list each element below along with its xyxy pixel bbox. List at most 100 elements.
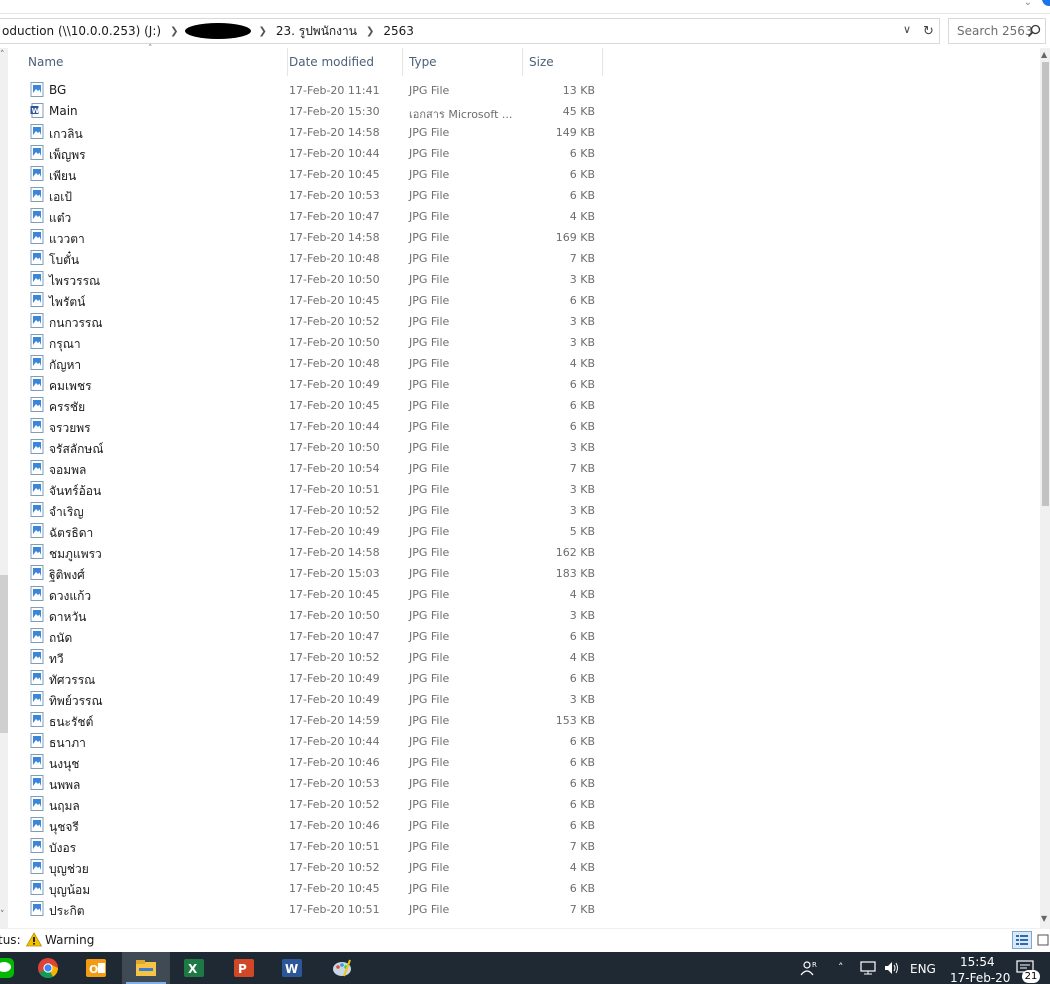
file-row[interactable]: ดาหวัน 17-Feb-20 10:50 JPG File 3 KB [8, 605, 1038, 626]
file-row[interactable]: เกวลิน 17-Feb-20 14:58 JPG File 149 KB [8, 122, 1038, 143]
people-icon[interactable]: R [800, 960, 818, 976]
file-row[interactable]: จรัสลักษณ์ 17-Feb-20 10:50 JPG File 3 KB [8, 437, 1038, 458]
file-row[interactable]: โบตั๋น 17-Feb-20 10:48 JPG File 7 KB [8, 248, 1038, 269]
file-size: 4 KB [569, 357, 595, 370]
column-header-date-modified[interactable]: Date modified [283, 48, 403, 76]
taskbar-powerpoint-app[interactable]: P [220, 952, 268, 984]
excel-icon: X [184, 959, 204, 977]
file-row[interactable]: แววตา 17-Feb-20 14:58 JPG File 169 KB [8, 227, 1038, 248]
file-row[interactable]: คมเพชร 17-Feb-20 10:49 JPG File 6 KB [8, 374, 1038, 395]
file-row[interactable]: ฉัตรธิดา 17-Feb-20 10:49 JPG File 5 KB [8, 521, 1038, 542]
file-row[interactable]: ทิพย์วรรณ 17-Feb-20 10:49 JPG File 3 KB [8, 689, 1038, 710]
file-row[interactable]: กัญหา 17-Feb-20 10:48 JPG File 4 KB [8, 353, 1038, 374]
taskbar-file-explorer-app[interactable] [122, 952, 170, 984]
file-list-scroll-up-icon[interactable]: ▲ [1041, 50, 1047, 59]
breadcrumb-separator-icon[interactable]: ❯ [253, 26, 271, 37]
file-row[interactable]: นฤมล 17-Feb-20 10:52 JPG File 6 KB [8, 794, 1038, 815]
file-row[interactable]: ธนะรัชต์ 17-Feb-20 14:59 JPG File 153 KB [8, 710, 1038, 731]
file-list-scrollbar-thumb[interactable] [1042, 62, 1049, 506]
file-row[interactable]: จันทร์อ้อน 17-Feb-20 10:51 JPG File 3 KB [8, 479, 1038, 500]
file-row[interactable]: เพียน 17-Feb-20 10:45 JPG File 6 KB [8, 164, 1038, 185]
breadcrumb-folder[interactable]: 23. รูปพนักงาน [272, 22, 361, 41]
file-row[interactable]: ทวี 17-Feb-20 10:52 JPG File 4 KB [8, 647, 1038, 668]
clock-date[interactable]: 17-Feb-20 [950, 971, 1010, 984]
file-row[interactable]: ฐิติพงศ์ 17-Feb-20 15:03 JPG File 183 KB [8, 563, 1038, 584]
file-date-modified: 17-Feb-20 10:49 [289, 672, 380, 685]
file-row[interactable]: ชมภูแพรว 17-Feb-20 14:58 JPG File 162 KB [8, 542, 1038, 563]
details-view-button[interactable] [1012, 931, 1032, 949]
powerpoint-icon: P [234, 959, 254, 977]
file-date-modified: 17-Feb-20 10:51 [289, 903, 380, 916]
large-icons-view-button[interactable] [1036, 931, 1050, 949]
svg-text:X: X [188, 962, 198, 976]
file-size: 149 KB [555, 126, 595, 139]
file-row[interactable]: W Main 17-Feb-20 15:30 เอกสาร Microsoft ...… [8, 101, 1038, 122]
file-row[interactable]: นุชจรี 17-Feb-20 10:46 JPG File 6 KB [8, 815, 1038, 836]
column-header-size[interactable]: Size [523, 48, 603, 76]
taskbar-excel-app[interactable]: X [170, 952, 218, 984]
file-row[interactable]: ไพรวรรณ 17-Feb-20 10:50 JPG File 3 KB [8, 269, 1038, 290]
show-hidden-icons-chevron-up-icon[interactable]: ˄ [838, 961, 844, 974]
file-row[interactable]: บังอร 17-Feb-20 10:51 JPG File 7 KB [8, 836, 1038, 857]
file-row[interactable]: ถนัด 17-Feb-20 10:47 JPG File 6 KB [8, 626, 1038, 647]
file-row[interactable]: ดวงแก้ว 17-Feb-20 10:45 JPG File 4 KB [8, 584, 1038, 605]
file-row[interactable]: เอเป้ 17-Feb-20 10:53 JPG File 6 KB [8, 185, 1038, 206]
network-icon[interactable] [860, 961, 876, 975]
file-name: ทัศวรรณ [49, 673, 96, 687]
file-name: ฉัตรธิดา [49, 526, 94, 540]
file-row[interactable]: BG 17-Feb-20 11:41 JPG File 13 KB [8, 80, 1038, 101]
file-row[interactable]: บุญช่วย 17-Feb-20 10:52 JPG File 4 KB [8, 857, 1038, 878]
breadcrumb-separator-icon[interactable]: ❯ [361, 26, 379, 37]
file-list-scroll-down-icon[interactable]: ▼ [1041, 914, 1047, 923]
breadcrumb-current[interactable]: 2563 [379, 24, 418, 38]
image-file-icon [30, 229, 44, 244]
file-row[interactable]: นงนุช 17-Feb-20 10:46 JPG File 6 KB [8, 752, 1038, 773]
file-name: ไพรวรรณ [49, 274, 101, 288]
file-row[interactable]: เพ็ญพร 17-Feb-20 10:44 JPG File 6 KB [8, 143, 1038, 164]
taskbar-paint-app[interactable] [318, 952, 366, 984]
file-row[interactable]: ครรชัย 17-Feb-20 10:45 JPG File 6 KB [8, 395, 1038, 416]
nav-pane-scrollbar-thumb[interactable] [0, 575, 8, 733]
taskbar-outlook-app[interactable]: O [72, 952, 120, 984]
search-icon [1027, 24, 1041, 38]
breadcrumb-separator-icon[interactable]: ❯ [165, 26, 183, 37]
file-row[interactable]: จอมพล 17-Feb-20 10:54 JPG File 7 KB [8, 458, 1038, 479]
column-header-name[interactable]: Name [22, 48, 288, 76]
file-date-modified: 17-Feb-20 14:58 [289, 231, 380, 244]
help-icon[interactable] [1042, 0, 1050, 6]
file-row[interactable]: นพพล 17-Feb-20 10:53 JPG File 6 KB [8, 773, 1038, 794]
refresh-button[interactable]: ↻ [918, 18, 940, 44]
breadcrumb-drive[interactable]: oduction (\\10.0.0.253) (J:) [0, 24, 165, 38]
column-header-type[interactable]: Type [403, 48, 523, 76]
file-row[interactable]: บุญน้อม 17-Feb-20 10:45 JPG File 6 KB [8, 878, 1038, 899]
file-row[interactable]: แต๋ว 17-Feb-20 10:47 JPG File 4 KB [8, 206, 1038, 227]
ribbon-expand-chevron-icon[interactable]: ⌄ [1024, 0, 1032, 8]
file-row[interactable]: ทัศวรรณ 17-Feb-20 10:49 JPG File 6 KB [8, 668, 1038, 689]
clock-time[interactable]: 15:54 [960, 955, 995, 969]
image-file-icon [30, 124, 44, 139]
image-file-icon [30, 901, 44, 916]
file-row[interactable]: จำเริญ 17-Feb-20 10:52 JPG File 3 KB [8, 500, 1038, 521]
address-bar[interactable]: oduction (\\10.0.0.253) (J:) ❯ ❯ 23. รูป… [0, 18, 920, 44]
nav-pane-scroll-down-icon[interactable]: ˅ [0, 910, 5, 920]
file-row[interactable]: ธนาภา 17-Feb-20 10:44 JPG File 6 KB [8, 731, 1038, 752]
search-input[interactable]: Search 2563 [948, 18, 1046, 44]
input-language-indicator[interactable]: ENG [910, 962, 936, 976]
volume-icon[interactable] [884, 961, 900, 975]
taskbar-chrome-app[interactable] [24, 952, 72, 984]
taskbar-word-app[interactable]: W [268, 952, 316, 984]
window-top-strip: ⌄ [0, 0, 1050, 14]
file-row[interactable]: กรุณา 17-Feb-20 10:50 JPG File 3 KB [8, 332, 1038, 353]
redacted-folder-name[interactable] [185, 23, 252, 39]
file-type: JPG File [409, 735, 450, 748]
file-row[interactable]: ประกิต 17-Feb-20 10:51 JPG File 7 KB [8, 899, 1038, 920]
nav-pane-scroll-up-icon[interactable]: ˄ [0, 50, 5, 60]
address-history-chevron-down-icon[interactable]: ∨ [903, 23, 911, 36]
file-name: บุญช่วย [49, 862, 89, 876]
file-row[interactable]: กนกวรรณ 17-Feb-20 10:52 JPG File 3 KB [8, 311, 1038, 332]
file-type: JPG File [409, 609, 450, 622]
file-row[interactable]: จรวยพร 17-Feb-20 10:44 JPG File 6 KB [8, 416, 1038, 437]
file-date-modified: 17-Feb-20 14:58 [289, 126, 380, 139]
nav-pane-scrollbar[interactable] [0, 48, 8, 928]
file-row[interactable]: ไพรัตน์ 17-Feb-20 10:45 JPG File 6 KB [8, 290, 1038, 311]
